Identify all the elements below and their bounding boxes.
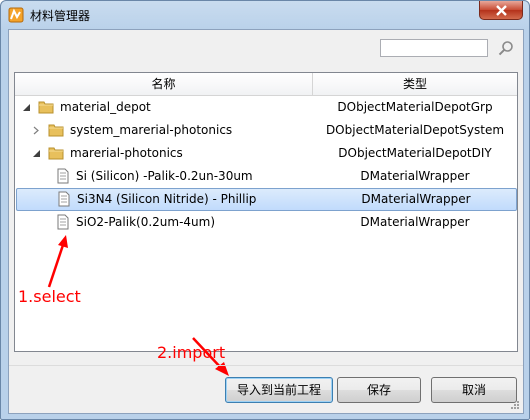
column-header-type[interactable]: 类型	[313, 73, 517, 95]
tree-row-label: Si (Silicon) -Palik-0.2un-30um	[76, 169, 253, 183]
window-title: 材料管理器	[30, 9, 91, 23]
dialog-client-area: 名称 类型 material_depot DObjectMaterialDepo…	[8, 29, 524, 414]
title-bar[interactable]: 材料管理器	[1, 1, 529, 29]
cancel-button[interactable]: 取消	[431, 377, 517, 403]
expanded-triangle-icon[interactable]	[22, 103, 31, 112]
folder-icon	[48, 147, 64, 160]
tree-row-label: SiO2-Palik(0.2um-4um)	[76, 215, 216, 229]
search-icon[interactable]	[496, 39, 516, 59]
resize-grip-icon[interactable]	[510, 400, 520, 410]
document-icon	[58, 191, 70, 207]
tree-row-label: Si3N4 (Silicon Nitride) - Phillip	[77, 192, 257, 206]
tree-row-type: DMaterialWrapper	[360, 169, 470, 183]
material-manager-window: 材料管理器 名称 类型 material_depot DObjectMateri…	[0, 0, 530, 420]
collapsed-triangle-icon[interactable]	[32, 126, 41, 135]
folder-icon	[38, 101, 54, 114]
tree-row-type: DMaterialWrapper	[361, 192, 471, 206]
tree-row-type: DObjectMaterialDepotDIY	[338, 146, 492, 160]
annotation-select-label: 1.select	[18, 287, 81, 306]
tree-row-type: DMaterialWrapper	[360, 215, 470, 229]
folder-icon	[48, 124, 64, 137]
tree-row-label: marerial-photonics	[70, 146, 183, 160]
import-to-current-project-button[interactable]: 导入到当前工程	[225, 377, 333, 403]
select-arrow-annotation	[47, 235, 68, 288]
tree-row-material-depot[interactable]: material_depot DObjectMaterialDepotGrp	[15, 96, 517, 119]
material-tree[interactable]: 名称 类型 material_depot DObjectMaterialDepo…	[14, 72, 518, 362]
tree-row-material-sio2[interactable]: SiO2-Palik(0.2um-4um) DMaterialWrapper	[15, 211, 517, 234]
tree-row-marerial-photonics[interactable]: marerial-photonics DObjectMaterialDepotD…	[15, 142, 517, 165]
tree-row-label: system_marerial-photonics	[70, 123, 233, 137]
tree-row-type: DObjectMaterialDepotGrp	[337, 100, 493, 114]
tree-header: 名称 类型	[15, 73, 517, 96]
expanded-triangle-icon[interactable]	[32, 149, 41, 158]
tree-row-label: material_depot	[60, 100, 151, 114]
app-icon	[8, 7, 24, 23]
search-input[interactable]	[380, 39, 488, 57]
close-icon	[496, 5, 507, 16]
tree-row-material-si[interactable]: Si (Silicon) -Palik-0.2un-30um DMaterial…	[15, 165, 517, 188]
tree-row-system-marerial-photonics[interactable]: system_marerial-photonics DObjectMateria…	[15, 119, 517, 142]
button-bar-separator	[9, 365, 523, 366]
import-arrow-annotation	[192, 337, 229, 376]
save-button[interactable]: 保存	[337, 377, 421, 403]
document-icon	[57, 214, 69, 230]
column-header-name[interactable]: 名称	[15, 73, 313, 95]
close-button[interactable]	[479, 1, 523, 20]
document-icon	[57, 168, 69, 184]
tree-row-type: DObjectMaterialDepotSystem	[325, 123, 505, 137]
tree-row-material-si3n4[interactable]: Si3N4 (Silicon Nitride) - Phillip DMater…	[16, 188, 517, 211]
